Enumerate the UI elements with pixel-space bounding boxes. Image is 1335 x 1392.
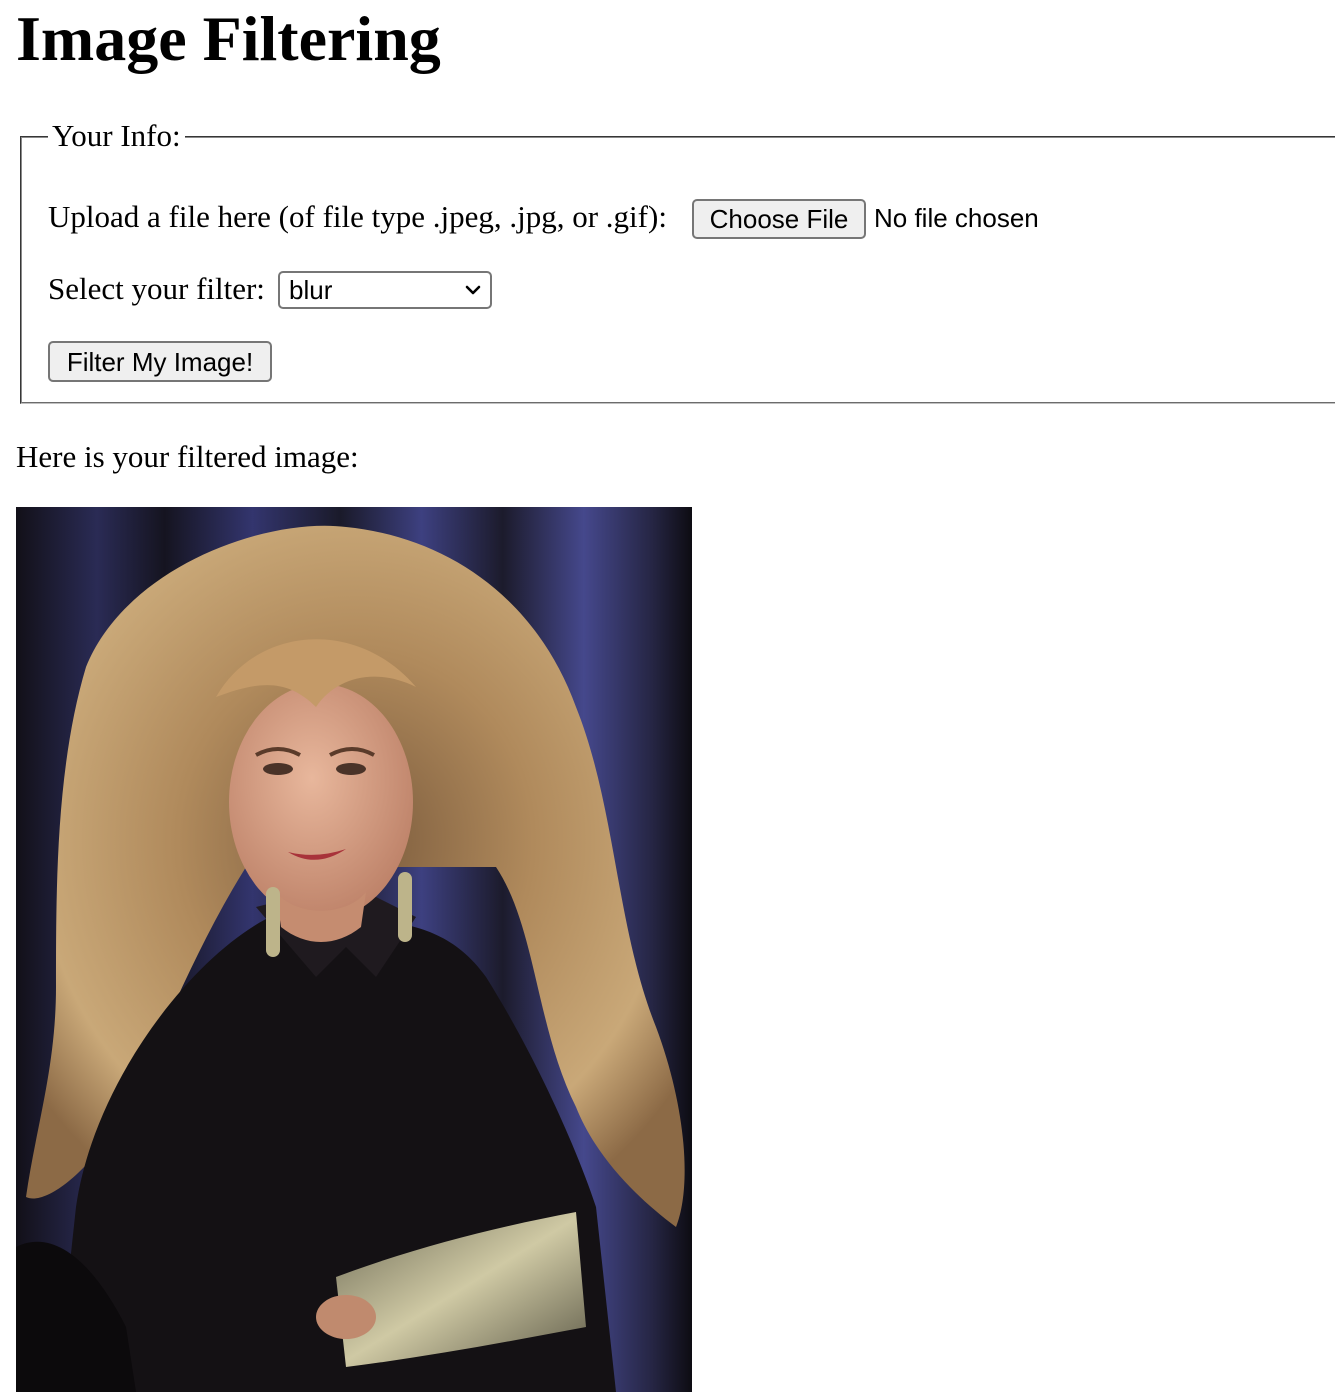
portrait-photo-icon: [16, 507, 692, 1392]
filter-select[interactable]: blur: [278, 271, 492, 309]
filter-label: Select your filter:: [48, 271, 265, 306]
filter-select-value: blur: [289, 275, 333, 305]
chevron-down-icon: [465, 285, 481, 295]
filter-submit-button[interactable]: Filter My Image!: [48, 341, 272, 382]
fieldset-legend: Your Info:: [48, 118, 185, 154]
file-status-text: No file chosen: [874, 203, 1039, 233]
upload-label: Upload a file here (of file type .jpeg, …: [48, 199, 667, 234]
page-title: Image Filtering: [16, 3, 441, 74]
filtered-image: [16, 507, 692, 1392]
choose-file-button[interactable]: Choose File: [692, 199, 866, 239]
result-caption: Here is your filtered image:: [16, 439, 359, 474]
